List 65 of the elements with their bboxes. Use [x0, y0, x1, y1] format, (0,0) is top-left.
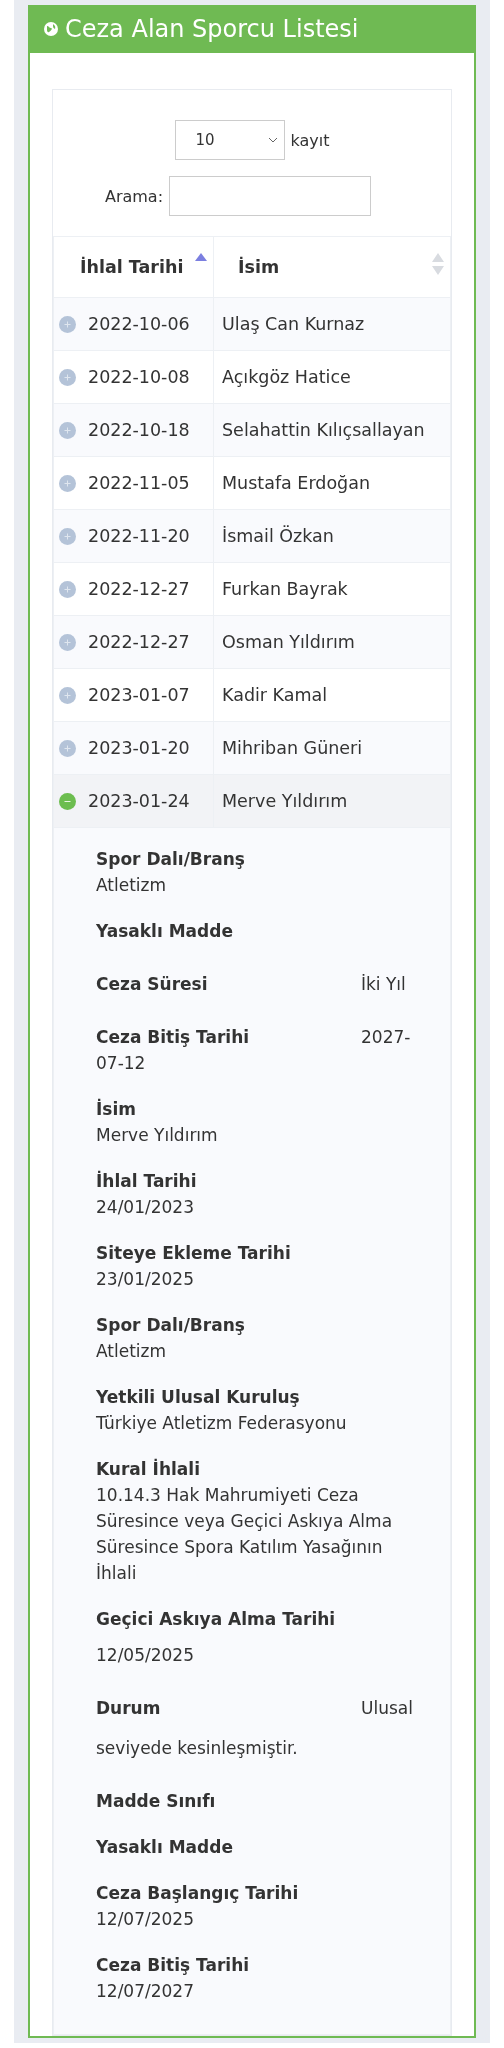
detail-label: İhlal Tarihi [96, 1171, 197, 1191]
name-cell: Mihriban Güneri [222, 738, 363, 758]
collapse-icon[interactable] [59, 793, 76, 810]
detail-entry: Ceza Süresi İki Yıl [96, 973, 407, 996]
date-cell-text: 2023-01-20 [88, 737, 190, 760]
expand-icon[interactable] [59, 422, 76, 439]
detail-label: Ceza Bitiş Tarihi [96, 1955, 250, 1975]
detail-value: 10.14.3 Hak Mahrumiyeti Ceza Süresince veya Geçici Askıya Alma Süresince Spora Katılım Yasağının İhlali [96, 1484, 394, 1585]
detail-value: Atletizm [96, 1340, 168, 1363]
expand-icon[interactable] [59, 528, 76, 545]
column-header[interactable]: İsim [213, 236, 451, 298]
detail-label: Spor Dalı/Branş [96, 849, 245, 869]
page-length-label: kayıt [290, 130, 330, 150]
expand-icon[interactable] [59, 687, 76, 704]
date-cell-text: 2022-10-18 [88, 419, 190, 442]
detail-label: Yasaklı Madde [96, 1837, 233, 1857]
name-cell: Furkan Bayrak [222, 579, 348, 599]
date-cell-text: 2022-10-08 [88, 366, 190, 389]
detail-label: Yasaklı Madde [96, 921, 233, 941]
date-cell-text: 2023-01-07 [88, 684, 190, 707]
chevron-down-icon [267, 137, 278, 143]
expand-icon[interactable] [59, 740, 76, 757]
column-header[interactable]: İhlal Tarihi [53, 236, 214, 298]
detail-value: Atletizm [96, 874, 168, 897]
page-length-select[interactable]: 10 [174, 120, 285, 160]
detail-value: 12/07/2027 [96, 1980, 195, 2003]
expand-icon[interactable] [59, 369, 76, 386]
name-cell: Merve Yıldırım [222, 791, 348, 811]
detail-value: 12/07/2025 [96, 1908, 195, 1931]
name-cell: Selahattin Kılıçsallayan [222, 420, 425, 440]
detail-label: Ceza Başlangıç Tarihi [96, 1883, 299, 1903]
detail-value: Türkiye Atletizm Federasyonu [96, 1412, 348, 1435]
date-cell-text: 2022-12-27 [88, 631, 190, 654]
expand-icon[interactable] [59, 475, 76, 492]
globe-icon [44, 22, 58, 36]
expand-icon[interactable] [59, 634, 76, 651]
date-cell-text: 2022-10-06 [88, 313, 190, 336]
name-cell: Osman Yıldırım [222, 632, 355, 652]
detail-value: 12/05/2025 [96, 1644, 195, 1667]
detail-label: Geçici Askıya Alma Tarihi [96, 1609, 336, 1629]
detail-value: 23/01/2025 [96, 1268, 195, 1291]
search-label: Arama: [104, 186, 164, 206]
search-field[interactable] [169, 176, 372, 216]
expand-icon[interactable] [59, 581, 76, 598]
date-cell-text: 2022-11-05 [88, 472, 190, 495]
detail-value: 24/01/2023 [96, 1196, 195, 1219]
name-cell: Açıkgöz Hatice [222, 367, 351, 387]
name-cell: Ulaş Can Kurnaz [222, 314, 365, 334]
name-cell: İsmail Özkan [222, 526, 334, 546]
detail-label: Yetkili Ulusal Kuruluş [96, 1387, 300, 1407]
detail-label: Kural İhlali [96, 1459, 200, 1479]
name-cell: Kadir Kamal [222, 685, 328, 705]
date-cell-text: 2022-12-27 [88, 578, 190, 601]
detail-entry: Durum Ulusal seviyede kesinleşmiştir. [96, 1697, 414, 1760]
date-cell-text: 2022-11-20 [88, 525, 190, 548]
detail-label: Madde Sınıfı [96, 1791, 216, 1811]
detail-label: Siteye Ekleme Tarihi [96, 1243, 291, 1263]
detail-label: Spor Dalı/Branş [96, 1315, 245, 1335]
panel-title: Ceza Alan Sporcu Listesi [65, 15, 359, 43]
detail-value: Merve Yıldırım [96, 1124, 219, 1147]
date-cell-text: 2023-01-24 [88, 790, 190, 813]
detail-entry: Ceza Bitiş Tarihi 2027-07-12 [96, 1026, 412, 1075]
detail-label: İsim [96, 1099, 136, 1119]
name-cell: Mustafa Erdoğan [222, 473, 371, 493]
expand-icon[interactable] [59, 316, 76, 333]
